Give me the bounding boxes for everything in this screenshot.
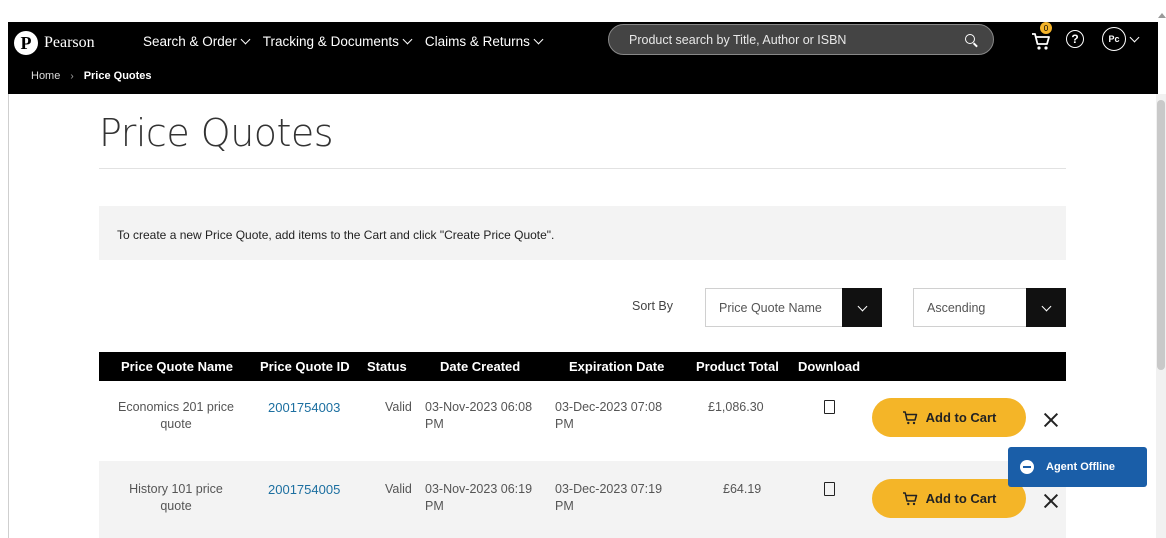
chevron-down-icon — [533, 34, 544, 45]
cart-icon — [902, 411, 917, 425]
table-header: Price Quote Name Price Quote ID Status D… — [99, 352, 1066, 381]
help-icon[interactable]: ? — [1066, 30, 1084, 48]
sort-order-dropdown-button[interactable] — [1026, 288, 1066, 327]
page-title: Price Quotes — [99, 111, 334, 155]
sort-field-dropdown-button[interactable] — [842, 288, 882, 327]
remove-quote-close-icon[interactable] — [1043, 493, 1059, 509]
avatar: Pc — [1102, 27, 1126, 51]
product-search — [608, 24, 994, 55]
nav-label: Tracking & Documents — [262, 34, 399, 49]
search-icon[interactable] — [965, 34, 975, 44]
expiration-date-line: PM — [555, 417, 574, 431]
quote-name: History 101 price quote — [111, 481, 241, 515]
nav-tracking-documents[interactable]: Tracking & Documents — [262, 34, 413, 49]
top-strip — [0, 0, 1166, 10]
breadcrumb-separator-icon: › — [70, 70, 74, 82]
chevron-down-icon — [1041, 301, 1051, 311]
chevron-down-icon — [402, 34, 413, 45]
download-document-icon[interactable] — [824, 482, 835, 496]
page: P Pearson Search & Order Tracking & Docu… — [0, 0, 1166, 538]
table-row: Economics 201 price quote 2001754003 Val… — [99, 381, 1066, 461]
add-to-cart-button[interactable]: Add to Cart — [872, 398, 1026, 437]
sort-by-label: Sort By — [632, 299, 673, 313]
main-nav: Search & Order Tracking & Documents Clai… — [143, 34, 544, 49]
cart-icon — [902, 492, 917, 506]
scrollbar-thumb[interactable] — [1157, 100, 1165, 370]
chat-bubble-icon — [1020, 460, 1034, 474]
table-row: History 101 price quote 2001754005 Valid… — [99, 461, 1066, 538]
product-total: £1,086.30 — [708, 400, 764, 414]
breadcrumb-current: Price Quotes — [83, 70, 152, 82]
quote-name-line: History 101 price — [129, 482, 223, 496]
col-header-download: Download — [798, 359, 861, 374]
nav-claims-returns[interactable]: Claims & Returns — [424, 34, 544, 49]
breadcrumb-home[interactable]: Home — [31, 70, 60, 82]
scroll-up-arrow[interactable] — [1158, 13, 1166, 18]
info-text: To create a new Price Quote, add items t… — [117, 228, 555, 242]
chevron-down-icon — [240, 34, 251, 45]
expiration-date: 03-Dec-2023 07:08 PM — [555, 399, 662, 433]
date-created-line: 03-Nov-2023 06:19 — [425, 482, 533, 496]
cart-count-badge: 0 — [1040, 22, 1052, 34]
quote-status: Valid — [385, 482, 412, 496]
sort-order-select[interactable]: Ascending — [913, 288, 1066, 327]
add-to-cart-label: Add to Cart — [925, 410, 997, 425]
quote-name-line: quote — [160, 417, 192, 431]
date-created-line: PM — [425, 417, 444, 431]
agent-chat-button[interactable]: Agent Offline — [1008, 447, 1147, 487]
quote-name: Economics 201 price quote — [111, 399, 241, 433]
nav-label: Claims & Returns — [424, 34, 530, 49]
date-created: 03-Nov-2023 06:08 PM — [425, 399, 532, 433]
breadcrumb: Home › Price Quotes — [31, 70, 152, 82]
date-created-line: 03-Nov-2023 06:08 — [425, 400, 533, 414]
search-input[interactable] — [629, 32, 949, 47]
expiration-date-line: 03-Dec-2023 07:19 — [555, 482, 663, 496]
col-header-status: Status — [367, 359, 407, 374]
quote-id-link[interactable]: 2001754003 — [268, 399, 340, 416]
quote-name-line: quote — [160, 499, 192, 513]
expiration-date: 03-Dec-2023 07:19 PM — [555, 481, 662, 515]
col-header-product-total: Product Total — [696, 359, 779, 374]
chevron-down-icon — [1129, 32, 1140, 42]
download-document-icon[interactable] — [824, 400, 835, 414]
col-header-id: Price Quote ID — [260, 359, 350, 374]
agent-status-label: Agent Offline — [1046, 461, 1116, 473]
expiration-date-line: 03-Dec-2023 07:08 — [555, 400, 663, 414]
info-banner: To create a new Price Quote, add items t… — [99, 206, 1066, 260]
quote-name-line: Economics 201 price — [117, 400, 235, 414]
nav-search-order[interactable]: Search & Order — [143, 34, 251, 49]
content-border — [8, 94, 9, 538]
col-header-date-created: Date Created — [440, 359, 521, 374]
logo-text: Pearson — [44, 34, 95, 51]
quote-id-link[interactable]: 2001754005 — [268, 481, 340, 498]
sort-field-value: Price Quote Name — [719, 300, 822, 315]
col-header-expiration-date: Expiration Date — [569, 359, 665, 374]
date-created: 03-Nov-2023 06:19 PM — [425, 481, 532, 515]
add-to-cart-label: Add to Cart — [925, 491, 997, 506]
pearson-logo[interactable]: P Pearson — [14, 31, 95, 55]
add-to-cart-button[interactable]: Add to Cart — [872, 479, 1026, 518]
sort-order-value: Ascending — [927, 300, 986, 315]
expiration-date-line: PM — [555, 499, 574, 513]
remove-quote-close-icon[interactable] — [1043, 412, 1059, 428]
pearson-logo-icon: P — [14, 31, 38, 55]
sort-field-select[interactable]: Price Quote Name — [705, 288, 882, 327]
col-header-name: Price Quote Name — [121, 359, 233, 374]
product-total: £64.19 — [723, 482, 762, 496]
nav-label: Search & Order — [143, 34, 237, 49]
user-menu[interactable]: Pc — [1102, 27, 1140, 51]
chevron-down-icon — [857, 301, 867, 311]
date-created-line: PM — [425, 499, 444, 513]
title-divider — [99, 168, 1066, 169]
quote-status: Valid — [385, 400, 412, 414]
global-header: P Pearson Search & Order Tracking & Docu… — [8, 22, 1158, 94]
